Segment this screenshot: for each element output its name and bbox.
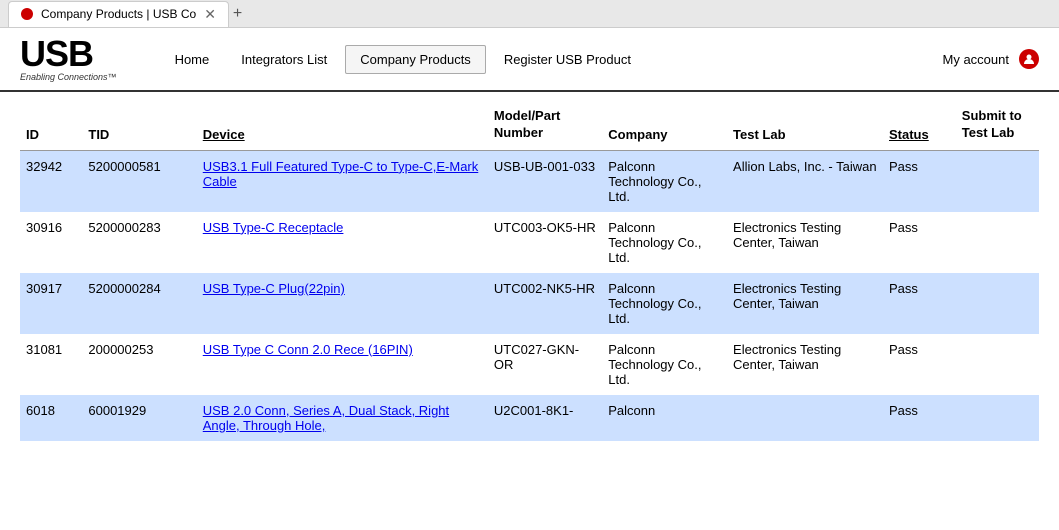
browser-tab[interactable]: Company Products | USB Co ✕ xyxy=(8,1,229,27)
nav-register[interactable]: Register USB Product xyxy=(490,46,645,73)
cell-status: Pass xyxy=(883,395,956,441)
cell-device: USB3.1 Full Featured Type-C to Type-C,E-… xyxy=(197,150,488,212)
cell-tid: 200000253 xyxy=(82,334,196,395)
col-header-submit: Submit toTest Lab xyxy=(956,100,1039,150)
cell-company: Palconn Technology Co., Ltd. xyxy=(602,273,727,334)
cell-submit xyxy=(956,273,1039,334)
cell-testlab: Electronics Testing Center, Taiwan xyxy=(727,212,883,273)
col-header-id: ID xyxy=(20,100,82,150)
device-link[interactable]: USB Type-C Plug(22pin) xyxy=(203,281,345,296)
cell-model: U2C001-8K1- xyxy=(488,395,602,441)
cell-status: Pass xyxy=(883,334,956,395)
logo-area: USB Enabling Connections™ xyxy=(20,36,117,82)
page-content: ID TID Device Model/PartNumber Company T… xyxy=(0,100,1059,441)
products-table: ID TID Device Model/PartNumber Company T… xyxy=(20,100,1039,441)
cell-testlab: Electronics Testing Center, Taiwan xyxy=(727,273,883,334)
col-header-testlab: Test Lab xyxy=(727,100,883,150)
main-nav: Home Integrators List Company Products R… xyxy=(161,45,919,74)
cell-id: 30917 xyxy=(20,273,82,334)
device-link[interactable]: USB 2.0 Conn, Series A, Dual Stack, Righ… xyxy=(203,403,449,433)
table-header-row: ID TID Device Model/PartNumber Company T… xyxy=(20,100,1039,150)
cell-id: 31081 xyxy=(20,334,82,395)
my-account-link[interactable]: My account xyxy=(943,52,1009,67)
user-icon[interactable] xyxy=(1019,49,1039,69)
cell-testlab xyxy=(727,395,883,441)
table-row: 329425200000581USB3.1 Full Featured Type… xyxy=(20,150,1039,212)
cell-company: Palconn Technology Co., Ltd. xyxy=(602,334,727,395)
table-row: 309175200000284 USB Type-C Plug(22pin) UTC… xyxy=(20,273,1039,334)
cell-device: USB Type C Conn 2.0 Rece (16PIN) xyxy=(197,334,488,395)
cell-model: UTC002-NK5-HR xyxy=(488,273,602,334)
cell-status: Pass xyxy=(883,150,956,212)
cell-device: USB Type-C Receptacle xyxy=(197,212,488,273)
cell-submit xyxy=(956,150,1039,212)
col-header-device: Device xyxy=(197,100,488,150)
col-header-tid: TID xyxy=(82,100,196,150)
cell-submit xyxy=(956,212,1039,273)
cell-id: 30916 xyxy=(20,212,82,273)
cell-model: UTC003-OK5-HR xyxy=(488,212,602,273)
cell-status: Pass xyxy=(883,212,956,273)
cell-status: Pass xyxy=(883,273,956,334)
cell-submit xyxy=(956,334,1039,395)
table-row: 601860001929USB 2.0 Conn, Series A, Dual… xyxy=(20,395,1039,441)
col-header-model: Model/PartNumber xyxy=(488,100,602,150)
logo-usb-text: USB xyxy=(20,36,93,72)
cell-tid: 5200000581 xyxy=(82,150,196,212)
cell-device: USB 2.0 Conn, Series A, Dual Stack, Righ… xyxy=(197,395,488,441)
cell-tid: 5200000284 xyxy=(82,273,196,334)
tab-favicon-icon xyxy=(21,8,33,20)
cell-model: UTC027-GKN-OR xyxy=(488,334,602,395)
cell-submit xyxy=(956,395,1039,441)
device-link[interactable]: USB3.1 Full Featured Type-C to Type-C,E-… xyxy=(203,159,479,189)
cell-model: USB-UB-001-033 xyxy=(488,150,602,212)
table-row: 31081200000253 USB Type C Conn 2.0 Rece (… xyxy=(20,334,1039,395)
nav-home[interactable]: Home xyxy=(161,46,224,73)
tab-title: Company Products | USB Co xyxy=(41,7,196,21)
cell-id: 32942 xyxy=(20,150,82,212)
cell-company: Palconn xyxy=(602,395,727,441)
col-header-status: Status xyxy=(883,100,956,150)
device-link[interactable]: USB Type C Conn 2.0 Rece (16PIN) xyxy=(203,342,413,357)
cell-id: 6018 xyxy=(20,395,82,441)
site-header: USB Enabling Connections™ Home Integrato… xyxy=(0,28,1059,92)
cell-company: Palconn Technology Co., Ltd. xyxy=(602,150,727,212)
table-row: 309165200000283 USB Type-C Receptacle UTC0… xyxy=(20,212,1039,273)
cell-tid: 5200000283 xyxy=(82,212,196,273)
cell-company: Palconn Technology Co., Ltd. xyxy=(602,212,727,273)
nav-right: My account xyxy=(943,49,1039,69)
new-tab-button[interactable]: + xyxy=(233,5,242,23)
col-header-company: Company xyxy=(602,100,727,150)
nav-integrators[interactable]: Integrators List xyxy=(227,46,341,73)
cell-device: USB Type-C Plug(22pin) xyxy=(197,273,488,334)
logo-tagline: Enabling Connections™ xyxy=(20,72,117,82)
cell-testlab: Electronics Testing Center, Taiwan xyxy=(727,334,883,395)
nav-company-products[interactable]: Company Products xyxy=(345,45,486,74)
tab-close-icon[interactable]: ✕ xyxy=(204,6,216,23)
browser-bar: Company Products | USB Co ✕ + xyxy=(0,0,1059,28)
cell-tid: 60001929 xyxy=(82,395,196,441)
cell-testlab: Allion Labs, Inc. - Taiwan xyxy=(727,150,883,212)
device-link[interactable]: USB Type-C Receptacle xyxy=(203,220,344,235)
